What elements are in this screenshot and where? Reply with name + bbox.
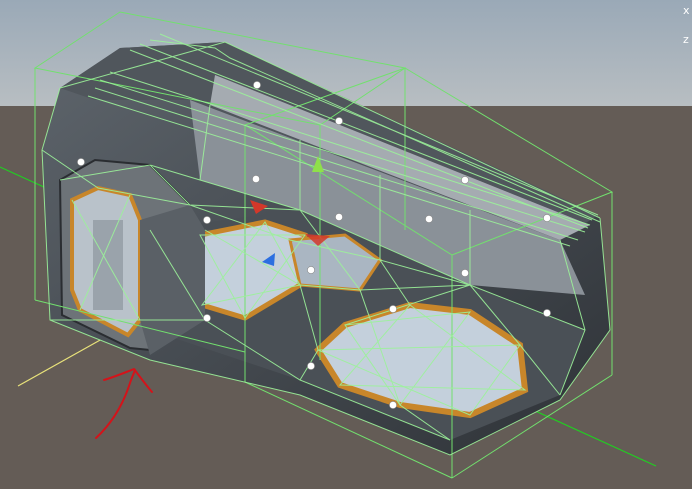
light-probe[interactable]: [252, 175, 260, 183]
light-probe[interactable]: [461, 269, 469, 277]
light-probe[interactable]: [389, 305, 397, 313]
light-probe[interactable]: [543, 309, 551, 317]
light-probe[interactable]: [307, 266, 315, 274]
scene-canvas[interactable]: [0, 0, 692, 489]
light-probe[interactable]: [335, 213, 343, 221]
gizmo-x-label[interactable]: x: [683, 5, 690, 16]
light-probe[interactable]: [77, 158, 85, 166]
light-probe[interactable]: [335, 117, 343, 125]
light-probe[interactable]: [389, 401, 397, 409]
light-probe[interactable]: [307, 362, 315, 370]
scene-viewport[interactable]: x z: [0, 0, 692, 489]
light-probe[interactable]: [543, 214, 551, 222]
light-probe[interactable]: [253, 81, 261, 89]
light-probe[interactable]: [425, 215, 433, 223]
light-probe[interactable]: [461, 176, 469, 184]
light-probe[interactable]: [203, 314, 211, 322]
door-panel: [93, 220, 123, 310]
gizmo-z-label[interactable]: z: [683, 34, 689, 45]
light-probe[interactable]: [203, 216, 211, 224]
